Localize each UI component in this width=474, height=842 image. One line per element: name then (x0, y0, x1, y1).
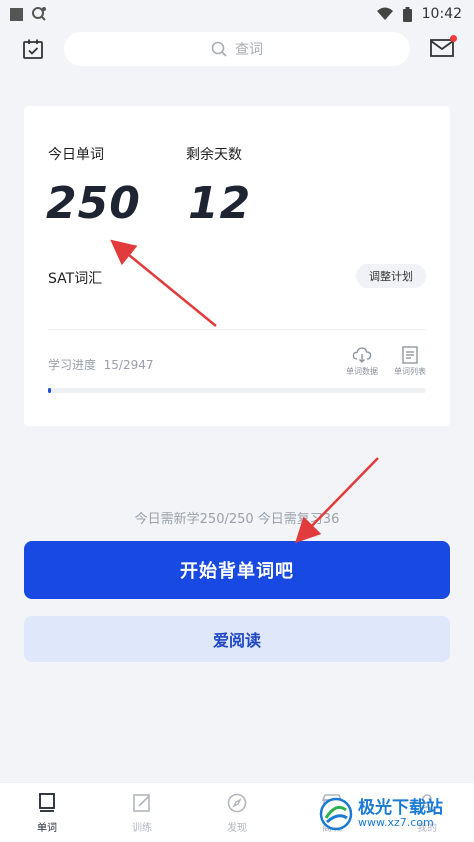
status-time: 10:42 (421, 6, 462, 22)
calendar-check-icon[interactable] (22, 38, 44, 60)
card-divider (48, 329, 426, 330)
book-name: SAT词汇 (48, 271, 103, 287)
cloud-download-icon (352, 347, 372, 363)
unread-dot (450, 35, 457, 42)
progress-bar (48, 388, 426, 393)
days-left-label: 剩余天数 (186, 147, 242, 163)
notification-square-icon (10, 7, 23, 21)
watermark-title: 极光下载站 (358, 797, 443, 818)
list-doc-icon (402, 346, 418, 364)
days-left-value: 12 (188, 178, 252, 229)
progress-count: 15/2947 (103, 358, 154, 372)
tab-training[interactable]: 训练 (112, 793, 172, 834)
watermark-logo: 极光下载站 www.xz7.com (318, 792, 474, 836)
plan-card: 今日单词 250 剩余天数 12 SAT词汇 调整计划 学习进度 15/2947… (24, 106, 450, 426)
compass-icon (227, 793, 247, 813)
battery-icon (402, 6, 412, 22)
tab-discover[interactable]: 发现 (207, 793, 267, 834)
book-icon (39, 793, 55, 812)
search-icon (211, 41, 227, 57)
progress-label: 学习进度 15/2947 (48, 358, 154, 372)
status-bar: 10:42 (0, 0, 474, 28)
adjust-plan-button[interactable]: 调整计划 (356, 264, 426, 288)
top-bar: 查词 (0, 30, 474, 70)
word-data-button[interactable]: 单词数据 (342, 346, 382, 377)
aurora-logo-icon (319, 797, 353, 831)
search-status-icon (32, 7, 46, 21)
progress-fill (48, 388, 52, 393)
message-button[interactable] (430, 35, 457, 60)
word-list-button[interactable]: 单词列表 (390, 346, 430, 377)
tab-words[interactable]: 单词 (17, 793, 77, 834)
search-placeholder: 查词 (235, 42, 263, 58)
plan-summary: 今日需新学250/250 今日需复习36 (134, 512, 340, 527)
edit-icon (133, 794, 150, 812)
start-learning-button[interactable]: 开始背单词吧 (24, 541, 450, 599)
today-words-value: 250 (46, 178, 141, 229)
wifi-icon (376, 7, 393, 20)
today-words-label: 今日单词 (48, 147, 104, 163)
search-input[interactable]: 查词 (64, 32, 410, 66)
watermark-url: www.xz7.com (358, 816, 434, 830)
reading-button[interactable]: 爱阅读 (24, 616, 450, 662)
